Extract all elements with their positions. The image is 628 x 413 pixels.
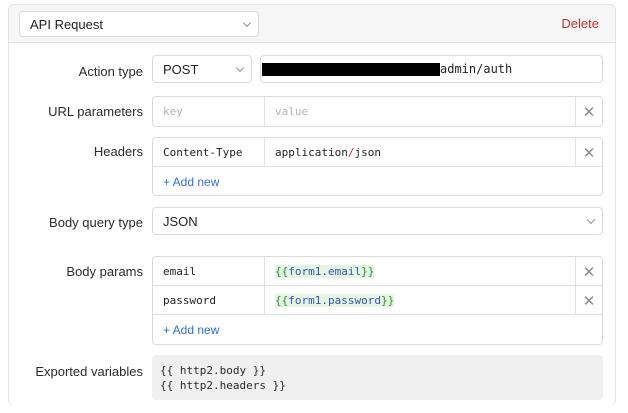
header-value-input[interactable]: application/json <box>265 138 575 167</box>
delete-button[interactable]: Delete <box>561 16 599 31</box>
body-params-table: email {{form1.email}} ✕ password {{form1… <box>152 256 603 345</box>
header-key-input[interactable]: Content-Type <box>153 138 265 167</box>
exported-variable-line: {{ http2.body }} <box>160 364 266 377</box>
panel-header: API Request Delete <box>9 5 615 43</box>
url-path: admin/auth <box>440 62 513 76</box>
url-param-key-input[interactable]: key <box>153 97 265 126</box>
chevron-down-icon <box>242 18 252 28</box>
api-request-panel: API Request Delete Action type POST admi… <box>8 4 616 406</box>
exported-variable-line: {{ http2.headers }} <box>160 379 286 392</box>
body-param-value: {{form1.email}} <box>275 265 375 278</box>
method-select-value: POST <box>163 61 199 77</box>
headers-table: Content-Type application/json ✕ + Add ne… <box>152 137 603 196</box>
body-params-label: Body params <box>66 264 143 279</box>
body-param-value-input[interactable]: {{form1.password}} <box>265 286 575 315</box>
key-placeholder: key <box>163 105 183 118</box>
body-param-key-input[interactable]: email <box>153 257 265 286</box>
body-params-add-new-link[interactable]: + Add new <box>163 323 219 337</box>
url-parameters-label: URL parameters <box>48 104 143 119</box>
body-query-type-label: Body query type <box>49 215 143 230</box>
body-param-key: password <box>163 294 216 307</box>
chevron-down-icon <box>586 215 596 225</box>
header-value: application/json <box>275 146 381 159</box>
action-type-label: Action type <box>78 64 143 79</box>
headers-add-new-link[interactable]: + Add new <box>163 175 219 189</box>
value-placeholder: value <box>275 105 309 118</box>
action-select-value: API Request <box>30 16 103 32</box>
close-icon[interactable]: ✕ <box>575 138 602 167</box>
redacted-url-host <box>262 62 440 76</box>
close-icon[interactable]: ✕ <box>575 286 602 315</box>
exported-variables-label: Exported variables <box>35 364 143 379</box>
action-select[interactable]: API Request <box>19 11 259 37</box>
method-select[interactable]: POST <box>152 55 252 83</box>
body-param-row: password {{form1.password}} ✕ <box>153 286 602 315</box>
header-row: Content-Type application/json ✕ <box>153 138 602 167</box>
body-query-type-select[interactable]: JSON <box>152 207 603 235</box>
headers-label: Headers <box>93 144 143 159</box>
close-icon[interactable]: ✕ <box>575 257 602 286</box>
url-param-value-input[interactable]: value <box>265 97 575 126</box>
header-key: Content-Type <box>163 146 243 159</box>
body-param-key: email <box>163 265 197 278</box>
url-parameters-table: key value ✕ <box>152 96 603 127</box>
chevron-down-icon <box>235 63 245 73</box>
body-param-row: email {{form1.email}} ✕ <box>153 257 602 286</box>
panel-body: Action type POST admin/auth URL paramete… <box>9 43 615 406</box>
body-param-key-input[interactable]: password <box>153 286 265 315</box>
close-icon[interactable]: ✕ <box>575 97 602 126</box>
url-input[interactable]: admin/auth <box>260 55 603 83</box>
body-query-type-value: JSON <box>163 213 198 229</box>
exported-variables-box: {{ http2.body }} {{ http2.headers }} <box>152 355 603 400</box>
body-param-value-input[interactable]: {{form1.email}} <box>265 257 575 286</box>
body-param-value: {{form1.password}} <box>275 294 395 307</box>
url-parameter-row: key value ✕ <box>153 97 602 126</box>
